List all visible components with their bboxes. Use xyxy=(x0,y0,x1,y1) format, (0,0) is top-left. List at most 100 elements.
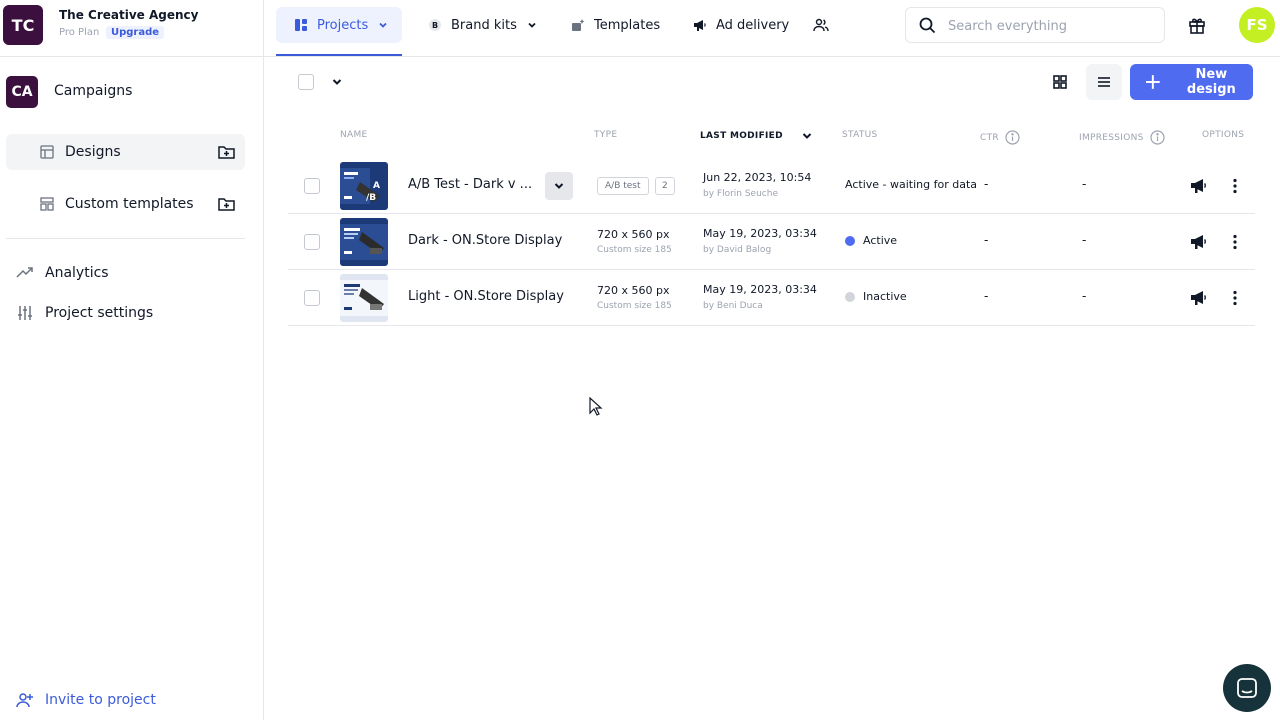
org-avatar[interactable]: TC xyxy=(3,5,43,45)
sidebar-item-label: Designs xyxy=(65,144,121,160)
upgrade-button[interactable]: Upgrade xyxy=(106,26,165,39)
team-button[interactable] xyxy=(813,7,838,43)
design-thumbnail[interactable]: A/B xyxy=(340,162,388,210)
sidebar-item-label: Analytics xyxy=(45,265,109,281)
column-header-impressions[interactable]: IMPRESSIONS xyxy=(1079,130,1165,145)
chat-icon xyxy=(1237,678,1257,698)
search-icon xyxy=(919,17,936,34)
variants-dropdown-button[interactable] xyxy=(545,172,573,200)
impressions-value: - xyxy=(1082,289,1087,303)
more-vertical-icon[interactable] xyxy=(1226,289,1244,307)
ctr-value: - xyxy=(984,289,989,303)
tab-templates[interactable]: Templates xyxy=(571,7,660,43)
tab-label: Ad delivery xyxy=(716,17,790,33)
organization-switcher[interactable]: TC The Creative Agency Pro Plan Upgrade xyxy=(0,0,263,50)
impressions-value: - xyxy=(1082,233,1087,247)
grid-icon xyxy=(1053,75,1067,89)
user-avatar[interactable]: FS xyxy=(1239,7,1275,43)
last-modified-date: May 19, 2023, 03:34 xyxy=(703,283,817,296)
megaphone-icon[interactable] xyxy=(1190,177,1208,195)
design-name[interactable]: A/B Test - Dark v ... xyxy=(408,177,532,192)
layout-icon xyxy=(40,145,54,159)
org-name: The Creative Agency xyxy=(59,8,199,22)
gift-icon[interactable] xyxy=(1188,16,1206,34)
search-bar[interactable] xyxy=(905,7,1165,43)
design-size: 720 x 560 px xyxy=(597,284,670,297)
divider xyxy=(0,56,263,57)
table-row[interactable]: Light - ON.Store Display 720 x 560 px Cu… xyxy=(288,270,1255,326)
design-thumbnail[interactable] xyxy=(340,218,388,266)
megaphone-icon[interactable] xyxy=(1190,289,1208,307)
sidebar-item-custom-templates[interactable]: Custom templates xyxy=(6,186,245,222)
sidebar-item-label: Project settings xyxy=(45,305,154,321)
column-header-name[interactable]: NAME xyxy=(340,130,368,140)
sidebar-item-label: Custom templates xyxy=(65,196,194,212)
row-checkbox[interactable] xyxy=(304,178,320,194)
column-header-last-modified[interactable]: LAST MODIFIED xyxy=(700,130,813,142)
top-bar: Projects B Brand kits Templates Ad deliv… xyxy=(264,0,1280,57)
chevron-down-icon xyxy=(554,183,564,189)
plan-label: Pro Plan xyxy=(59,27,100,38)
sort-descending-icon xyxy=(802,133,812,139)
info-icon[interactable] xyxy=(1150,130,1165,145)
add-folder-icon[interactable] xyxy=(218,144,235,160)
invite-to-project-button[interactable]: Invite to project xyxy=(16,691,156,709)
sidebar-item-project-settings[interactable]: Project settings xyxy=(16,301,246,325)
plus-icon xyxy=(1145,75,1160,89)
select-all-checkbox[interactable] xyxy=(298,74,314,90)
chevron-down-icon xyxy=(379,22,387,28)
column-header-ctr[interactable]: CTR xyxy=(980,130,1020,145)
ctr-value: - xyxy=(984,233,989,247)
ctr-value: - xyxy=(984,177,989,191)
more-vertical-icon[interactable] xyxy=(1226,177,1244,195)
design-thumbnail[interactable] xyxy=(340,274,388,322)
svg-text:B: B xyxy=(432,21,438,30)
column-header-label: CTR xyxy=(980,132,999,143)
design-name[interactable]: Dark - ON.Store Display xyxy=(408,233,562,248)
column-header-label: LAST MODIFIED xyxy=(700,131,783,141)
column-header-options: OPTIONS xyxy=(1202,130,1245,140)
megaphone-icon xyxy=(694,20,706,31)
column-header-label: IMPRESSIONS xyxy=(1079,132,1144,143)
table-row[interactable]: Dark - ON.Store Display 720 x 560 px Cus… xyxy=(288,214,1255,270)
impressions-value: - xyxy=(1082,177,1087,191)
tab-brand-kits[interactable]: B Brand kits xyxy=(428,7,538,43)
status-label: Active xyxy=(863,234,898,247)
list-view-button[interactable] xyxy=(1086,64,1122,100)
chat-support-button[interactable] xyxy=(1223,664,1271,712)
modified-by: by Florin Seuche xyxy=(703,189,778,199)
svg-text:A: A xyxy=(373,181,380,191)
add-folder-icon[interactable] xyxy=(218,196,235,212)
new-design-label: New design xyxy=(1186,67,1236,97)
more-vertical-icon[interactable] xyxy=(1226,233,1244,251)
chevron-down-icon[interactable] xyxy=(331,76,343,88)
add-user-icon xyxy=(16,693,33,708)
tab-projects[interactable]: Projects xyxy=(276,7,402,56)
svg-text:/B: /B xyxy=(366,193,376,203)
megaphone-icon[interactable] xyxy=(1190,233,1208,251)
design-name[interactable]: Light - ON.Store Display xyxy=(408,289,564,304)
sliders-icon xyxy=(18,306,32,320)
modified-by: by David Balog xyxy=(703,245,772,255)
campaign-avatar[interactable]: CA xyxy=(6,76,38,108)
last-modified-date: May 19, 2023, 03:34 xyxy=(703,227,817,240)
tab-label: Templates xyxy=(594,17,661,33)
campaign-title[interactable]: Campaigns xyxy=(54,83,132,99)
column-header-type[interactable]: TYPE xyxy=(594,130,617,140)
sidebar-item-designs[interactable]: Designs xyxy=(6,134,245,170)
status-badge: Active - waiting for data xyxy=(845,178,977,191)
table-row[interactable]: A/B A/B Test - Dark v ... A/B test 2 Jun… xyxy=(288,158,1255,214)
info-icon[interactable] xyxy=(1005,130,1020,145)
row-checkbox[interactable] xyxy=(304,234,320,250)
search-input[interactable] xyxy=(948,16,1153,36)
template-icon xyxy=(40,197,54,211)
column-header-status[interactable]: STATUS xyxy=(842,130,878,140)
status-label: Active - waiting for data xyxy=(845,178,977,191)
row-checkbox[interactable] xyxy=(304,290,320,306)
design-size: 720 x 560 px xyxy=(597,228,670,241)
new-design-button[interactable]: New design xyxy=(1130,64,1253,100)
grid-view-button[interactable] xyxy=(1042,64,1078,100)
sidebar-item-analytics[interactable]: Analytics xyxy=(16,261,246,285)
divider xyxy=(6,238,245,239)
tab-ad-delivery[interactable]: Ad delivery xyxy=(693,7,789,43)
